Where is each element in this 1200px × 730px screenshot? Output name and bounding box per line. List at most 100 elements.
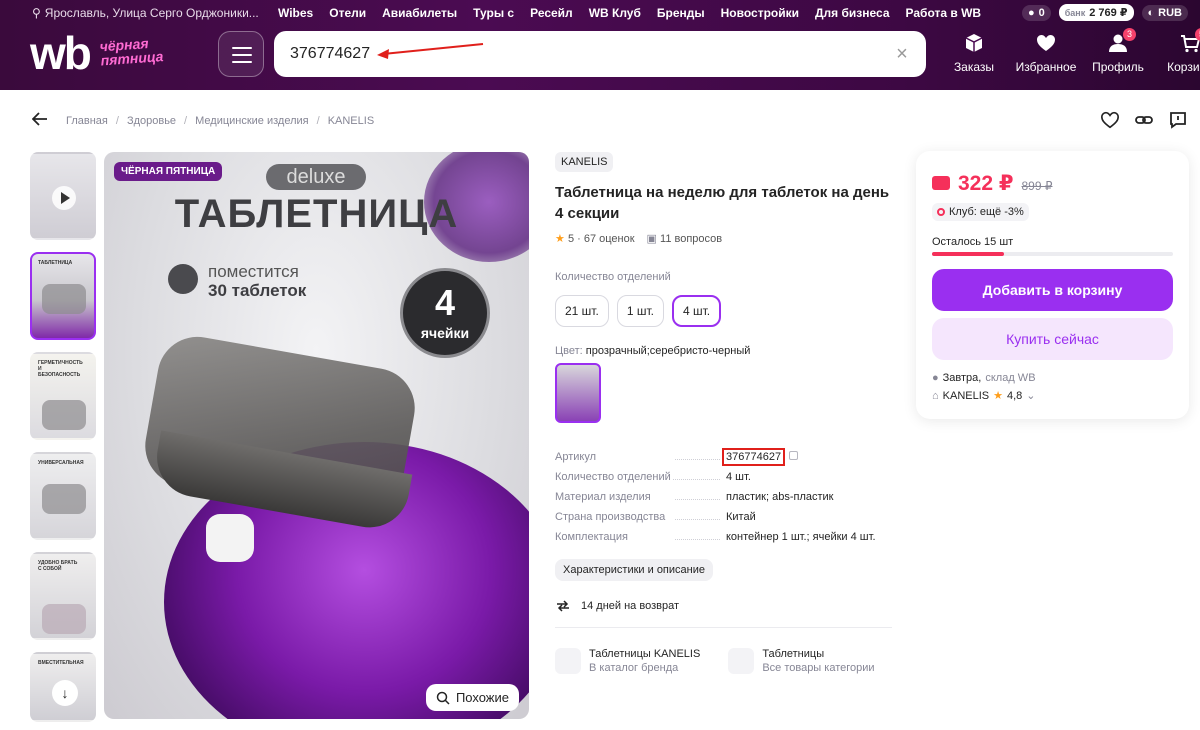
profile-button[interactable]: 3 Профиль bbox=[1082, 28, 1154, 74]
seller-name: KANELIS bbox=[942, 389, 990, 402]
play-icon bbox=[52, 186, 76, 210]
product-info: KANELIS Таблетница на неделю для таблето… bbox=[555, 152, 895, 674]
rating-row: ★ 5 · 67 оценок ▣ 11 вопросов bbox=[555, 232, 895, 245]
breadcrumb-medical[interactable]: Медицинские изделия bbox=[195, 115, 309, 127]
top-link-flights[interactable]: Авиабилеты bbox=[382, 6, 457, 20]
divider bbox=[555, 627, 892, 628]
delivery-day: Завтра, bbox=[942, 372, 982, 384]
top-link-newbuilds[interactable]: Новостройки bbox=[721, 6, 799, 20]
top-link-resale[interactable]: Ресейл bbox=[530, 6, 573, 20]
thumbnail-caption: ГЕРМЕТИЧНОСТЬ И БЕЗОПАСНОСТЬ bbox=[38, 360, 83, 378]
favorite-heart-icon[interactable] bbox=[1100, 110, 1120, 130]
thumbnail-video[interactable] bbox=[30, 152, 96, 240]
menu-line-icon bbox=[232, 61, 252, 63]
rating-link[interactable]: ★ 5 · 67 оценок bbox=[555, 232, 635, 245]
spec-value: пластик; abs-пластик bbox=[726, 491, 834, 503]
thumbnail-product bbox=[42, 484, 86, 514]
tag-icon bbox=[555, 648, 581, 674]
thumbnail-product bbox=[42, 284, 86, 314]
top-link-wb-club[interactable]: WB Клуб bbox=[589, 6, 641, 20]
breadcrumb: Главная / Здоровье / Медицинские изделия… bbox=[31, 112, 374, 129]
spec-key: Артикул bbox=[555, 451, 726, 463]
menu-button[interactable] bbox=[218, 31, 264, 77]
option-21[interactable]: 21 шт. bbox=[555, 295, 609, 327]
spec-key: Количество отделений bbox=[555, 471, 726, 483]
breadcrumb-health[interactable]: Здоровье bbox=[127, 115, 176, 127]
spec-row: Страна производства Китай bbox=[555, 507, 895, 527]
main-product-image[interactable]: ЧЁРНАЯ ПЯТНИЦА deluxe ТАБЛЕТНИЦА помести… bbox=[104, 152, 529, 719]
spec-row: Материал изделия пластик; abs-пластик bbox=[555, 487, 895, 507]
top-link-wibes[interactable]: Wibes bbox=[278, 6, 313, 20]
search-bar: × bbox=[274, 31, 926, 77]
favorites-button[interactable]: Избранное bbox=[1010, 32, 1082, 74]
thumbnail[interactable]: ТАБЛЕТНИЦА bbox=[30, 252, 96, 340]
club-text: Клуб: ещё -3% bbox=[949, 206, 1024, 218]
top-link-business[interactable]: Для бизнеса bbox=[815, 6, 890, 20]
thumbnail[interactable]: УДОБНО БРАТЬ С СОБОЙ bbox=[30, 552, 96, 640]
stock-left: Осталось 15 шт bbox=[932, 236, 1014, 248]
report-icon[interactable] bbox=[1168, 110, 1188, 130]
breadcrumb-home[interactable]: Главная bbox=[66, 115, 108, 127]
buy-now-button[interactable]: Купить сейчас bbox=[932, 318, 1173, 360]
top-nav: ⚲ Ярославль, Улица Серго Орджоники... Wi… bbox=[0, 0, 1200, 26]
option-4[interactable]: 4 шт. bbox=[671, 295, 722, 327]
bank-balance[interactable]: банк 2 769 ₽ bbox=[1058, 4, 1134, 21]
similar-button[interactable]: Похожие bbox=[425, 684, 519, 711]
currency-selector[interactable]: ◐ RUB bbox=[1141, 4, 1188, 21]
brand-link-title: Таблетницы KANELIS bbox=[589, 648, 701, 660]
deluxe-label: deluxe bbox=[266, 164, 366, 190]
brand-catalog-link[interactable]: Таблетницы KANELIS В каталог бренда bbox=[555, 648, 700, 674]
orders-label: Заказы bbox=[953, 60, 995, 74]
top-link-jobs[interactable]: Работа в WB bbox=[906, 6, 982, 20]
capacity-line-2: 30 таблеток bbox=[208, 281, 307, 300]
thumbnail-product bbox=[42, 400, 86, 430]
color-swatch[interactable] bbox=[555, 363, 601, 423]
category-link[interactable]: Таблетницы Все товары категории bbox=[728, 648, 875, 674]
add-to-cart-button[interactable]: Добавить в корзину bbox=[932, 269, 1173, 311]
seller-info[interactable]: ⌂ KANELIS ★ 4,8 ⌄ bbox=[932, 389, 1036, 403]
cart-button[interactable]: 5 Корзина bbox=[1154, 28, 1200, 74]
product-title: Таблетница на неделю для таблеток на ден… bbox=[555, 184, 890, 222]
scroll-down-arrow-icon[interactable]: ↓ bbox=[52, 680, 78, 706]
top-link-hotels[interactable]: Отели bbox=[329, 6, 366, 20]
wallet-counter[interactable]: ● 0 bbox=[1021, 4, 1051, 21]
rating-text: 5 · 67 оценок bbox=[567, 233, 635, 245]
article-number[interactable]: 376774627 bbox=[722, 448, 786, 466]
bank-label: банк bbox=[1064, 7, 1086, 18]
logo-text: wb bbox=[30, 27, 92, 79]
buy-card: 322 ₽ 899 ₽ Клуб: ещё -3% Осталось 15 шт… bbox=[916, 151, 1189, 419]
wallet-count: 0 bbox=[1038, 6, 1045, 19]
thumbnail-caption: УДОБНО БРАТЬ С СОБОЙ bbox=[38, 560, 78, 572]
thumbnail[interactable]: ГЕРМЕТИЧНОСТЬ И БЕЗОПАСНОСТЬ bbox=[30, 352, 96, 440]
capacity-line-1: поместится bbox=[208, 262, 299, 281]
wb-logo[interactable]: wb чёрная пятница bbox=[30, 27, 200, 79]
warehouse-icon: ● bbox=[932, 372, 939, 384]
club-badge[interactable]: Клуб: ещё -3% bbox=[932, 203, 1029, 221]
cells-label: ячейки bbox=[420, 325, 470, 341]
brand-link-sub: В каталог бренда bbox=[589, 662, 679, 674]
location-text: Ярославль, Улица Серго Орджоники... bbox=[44, 6, 259, 20]
close-icon[interactable]: × bbox=[892, 44, 912, 64]
chevron-down-icon: ⌄ bbox=[1026, 390, 1036, 402]
profile-label: Профиль bbox=[1092, 60, 1144, 74]
thumbnail[interactable]: ВМЕСТИТЕЛЬНАЯ ↓ bbox=[30, 652, 96, 722]
top-link-tours[interactable]: Туры с bbox=[473, 6, 514, 20]
breadcrumb-brand[interactable]: KANELIS bbox=[328, 115, 374, 127]
orders-button[interactable]: Заказы bbox=[938, 32, 1010, 74]
wallet-price-icon bbox=[932, 176, 950, 190]
share-link-icon[interactable] bbox=[1134, 110, 1154, 130]
location-selector[interactable]: ⚲ Ярославль, Улица Серго Орджоники... bbox=[32, 6, 259, 20]
back-arrow-icon[interactable] bbox=[31, 112, 48, 129]
stock-bar bbox=[932, 252, 1173, 256]
top-link-brands[interactable]: Бренды bbox=[657, 6, 705, 20]
option-1[interactable]: 1 шт. bbox=[616, 295, 664, 327]
questions-link[interactable]: ▣ 11 вопросов bbox=[647, 232, 723, 245]
thumbnail[interactable]: УНИВЕРСАЛЬНАЯ bbox=[30, 452, 96, 540]
pillbox-latch bbox=[206, 514, 254, 562]
characteristics-button[interactable]: Характеристики и описание bbox=[555, 559, 713, 581]
spec-value: 376774627 bbox=[722, 448, 799, 466]
brand-chip[interactable]: KANELIS bbox=[555, 152, 614, 172]
stock-bar-fill bbox=[932, 252, 1005, 256]
copy-icon[interactable] bbox=[789, 451, 799, 460]
page-actions bbox=[1100, 110, 1188, 130]
